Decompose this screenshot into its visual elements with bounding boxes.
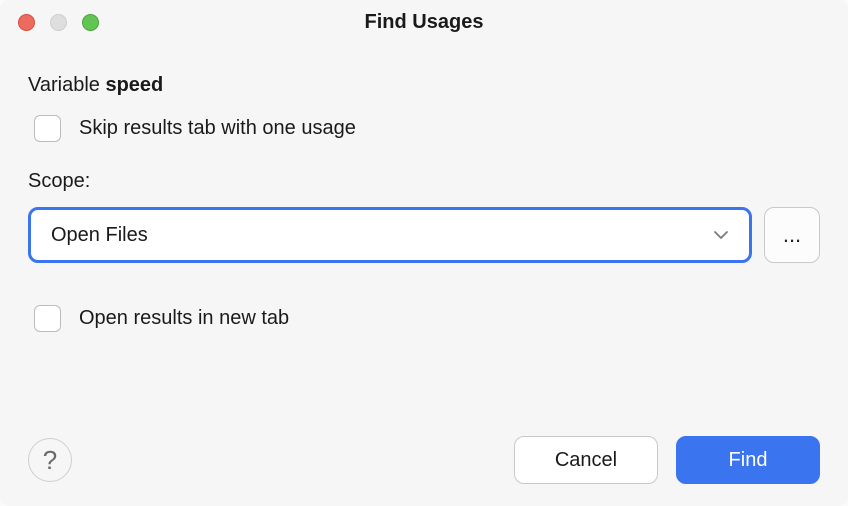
maximize-window-button[interactable] — [82, 14, 99, 31]
skip-results-row: Skip results tab with one usage — [28, 115, 820, 142]
dialog-title: Find Usages — [365, 11, 484, 34]
dialog-window: Find Usages Variable speed Skip results … — [0, 0, 848, 506]
skip-results-checkbox[interactable] — [34, 115, 61, 142]
titlebar: Find Usages — [0, 0, 848, 44]
cancel-button-label: Cancel — [555, 449, 617, 472]
scope-selected-value: Open Files — [51, 224, 148, 247]
close-window-button[interactable] — [18, 14, 35, 31]
scope-label: Scope: — [28, 170, 820, 193]
variable-prefix: Variable — [28, 74, 105, 96]
open-new-tab-checkbox[interactable] — [34, 305, 61, 332]
scope-row: Open Files ... — [28, 207, 820, 263]
dialog-footer: ? Cancel Find — [28, 436, 820, 484]
help-button[interactable]: ? — [28, 438, 72, 482]
minimize-window-button[interactable] — [50, 14, 67, 31]
scope-browse-button[interactable]: ... — [764, 207, 820, 263]
find-button-label: Find — [729, 449, 768, 472]
cancel-button[interactable]: Cancel — [514, 436, 658, 484]
traffic-lights — [18, 14, 99, 31]
scope-select[interactable]: Open Files — [28, 207, 752, 263]
open-new-tab-row: Open results in new tab — [28, 305, 820, 332]
help-icon: ? — [43, 445, 57, 476]
chevron-down-icon — [713, 227, 729, 243]
footer-buttons: Cancel Find — [514, 436, 820, 484]
open-new-tab-label: Open results in new tab — [79, 307, 289, 330]
find-button[interactable]: Find — [676, 436, 820, 484]
dialog-content: Variable speed Skip results tab with one… — [0, 44, 848, 332]
variable-description: Variable speed — [28, 74, 820, 97]
skip-results-label: Skip results tab with one usage — [79, 117, 356, 140]
variable-name: speed — [105, 74, 163, 96]
ellipsis-icon: ... — [783, 222, 801, 248]
